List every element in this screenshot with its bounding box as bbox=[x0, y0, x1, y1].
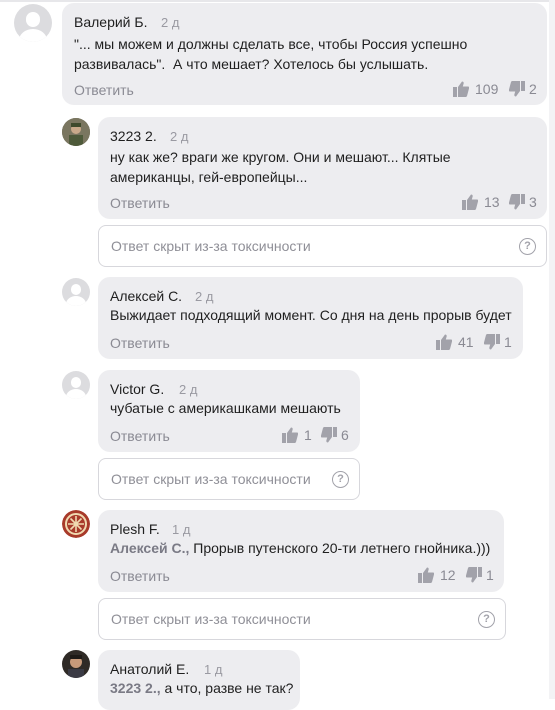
comment-text-line: ну как же? враги же кругом. Они и мешают… bbox=[110, 149, 451, 165]
hidden-reply-label: Ответ скрыт из-за токсичности bbox=[111, 238, 311, 254]
reply-button[interactable]: Ответить bbox=[110, 568, 170, 584]
hidden-reply[interactable]: Ответ скрыт из-за токсичности ? bbox=[98, 225, 547, 267]
thumb-down-icon bbox=[484, 334, 500, 350]
scrollbar[interactable] bbox=[549, 0, 555, 699]
comment-time[interactable]: 2 д bbox=[161, 15, 179, 30]
dislike-button[interactable]: 6 bbox=[321, 427, 349, 443]
dislike-count: 2 bbox=[529, 81, 537, 97]
comment-author[interactable]: Plesh F. bbox=[110, 521, 160, 537]
comment-author[interactable]: Валерий Б. bbox=[74, 14, 147, 30]
mention-link[interactable]: 3223 2., bbox=[110, 680, 161, 696]
comment-text-line: развивалась". А что мешает? Хотелось бы … bbox=[74, 56, 429, 72]
comment-time[interactable]: 1 д bbox=[204, 662, 222, 677]
dislike-button[interactable]: 1 bbox=[466, 567, 494, 583]
thumb-down-icon bbox=[509, 194, 525, 210]
question-icon[interactable]: ? bbox=[478, 611, 495, 628]
like-count: 109 bbox=[475, 81, 499, 97]
question-icon[interactable]: ? bbox=[519, 238, 536, 255]
like-button[interactable]: 13 bbox=[462, 194, 500, 210]
dislike-count: 1 bbox=[504, 334, 512, 350]
dislike-button[interactable]: 1 bbox=[484, 334, 512, 350]
like-button[interactable]: 109 bbox=[453, 81, 498, 97]
avatar[interactable] bbox=[62, 371, 90, 399]
thumb-up-icon bbox=[453, 81, 469, 97]
hidden-reply-label: Ответ скрыт из-за токсичности bbox=[111, 611, 311, 627]
thumb-up-icon bbox=[418, 567, 434, 583]
reply-button[interactable]: Ответить bbox=[74, 82, 134, 98]
comment-time[interactable]: 2 д bbox=[170, 129, 188, 144]
hidden-reply-label: Ответ скрыт из-за токсичности bbox=[111, 471, 311, 487]
like-button[interactable]: 12 bbox=[418, 567, 456, 583]
comment-author[interactable]: Анатолий Е. bbox=[110, 661, 189, 677]
reply-button[interactable]: Ответить bbox=[110, 195, 170, 211]
reply-button[interactable]: Ответить bbox=[110, 335, 170, 351]
comment-author[interactable]: Алексей С. bbox=[110, 288, 182, 304]
comment-text-line: 3223 2., а что, разве не так? bbox=[110, 680, 294, 696]
like-button[interactable]: 41 bbox=[436, 334, 474, 350]
reply-button[interactable]: Ответить bbox=[110, 428, 170, 444]
mention-link[interactable]: Алексей С., bbox=[110, 540, 189, 556]
comment-author[interactable]: Victor G. bbox=[110, 381, 164, 397]
comment-time[interactable]: 1 д bbox=[172, 522, 190, 537]
avatar[interactable] bbox=[62, 118, 90, 146]
thumb-down-icon bbox=[509, 81, 525, 97]
avatar[interactable] bbox=[62, 510, 90, 538]
like-count: 13 bbox=[484, 194, 500, 210]
thumb-down-icon bbox=[466, 567, 482, 583]
avatar[interactable] bbox=[62, 278, 90, 306]
comment-time[interactable]: 2 д bbox=[195, 289, 213, 304]
thumb-down-icon bbox=[321, 427, 337, 443]
like-count: 12 bbox=[440, 567, 456, 583]
top-divider bbox=[0, 0, 555, 2]
hidden-reply[interactable]: Ответ скрыт из-за токсичности ? bbox=[98, 598, 506, 640]
thumb-up-icon bbox=[436, 334, 452, 350]
dislike-count: 6 bbox=[341, 427, 349, 443]
avatar[interactable] bbox=[62, 650, 90, 678]
like-count: 1 bbox=[304, 427, 312, 443]
comment-author[interactable]: 3223 2. bbox=[110, 128, 157, 144]
dislike-button[interactable]: 3 bbox=[509, 194, 537, 210]
comment-text-line: американцы, гей-европейцы... bbox=[110, 169, 308, 185]
hidden-reply[interactable]: Ответ скрыт из-за токсичности ? bbox=[98, 458, 360, 500]
dislike-count: 3 bbox=[529, 194, 537, 210]
dislike-button[interactable]: 2 bbox=[509, 81, 537, 97]
comment-text-line: Алексей С., Прорыв путенского 20-ти летн… bbox=[110, 540, 491, 556]
thumb-up-icon bbox=[282, 427, 298, 443]
comment-text-line: "... мы можем и должны сделать все, чтоб… bbox=[74, 36, 468, 52]
question-icon[interactable]: ? bbox=[332, 471, 349, 488]
dislike-count: 1 bbox=[486, 567, 494, 583]
like-button[interactable]: 1 bbox=[282, 427, 312, 443]
avatar[interactable] bbox=[14, 4, 52, 42]
comment-text-line: чубатые с америкашками мешають bbox=[110, 400, 341, 416]
comment-time[interactable]: 2 д bbox=[179, 382, 197, 397]
comment-text-line: Выжидает подходящий момент. Со дня на де… bbox=[110, 307, 512, 323]
thumb-up-icon bbox=[462, 194, 478, 210]
like-count: 41 bbox=[458, 334, 474, 350]
